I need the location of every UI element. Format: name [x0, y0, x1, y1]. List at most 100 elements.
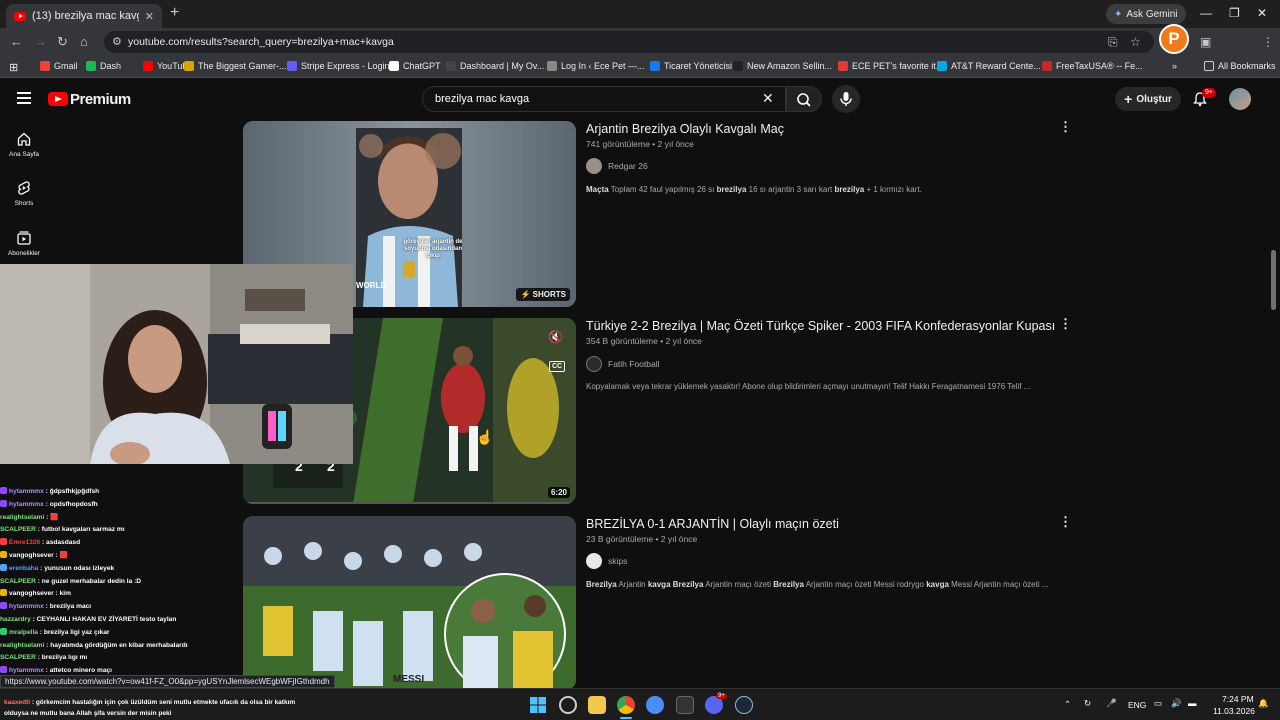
tray-mic-icon[interactable]: 🎤 — [1106, 698, 1117, 709]
network-icon[interactable]: ▭ — [1154, 698, 1162, 709]
language-indicator[interactable]: ENG — [1128, 700, 1146, 710]
chat-username: mralpella — [9, 628, 38, 636]
bookmark-item[interactable]: Ticaret Yöneticisi — [650, 61, 732, 71]
bookmark-item[interactable]: Dash — [86, 61, 121, 71]
tray-app-icon[interactable]: ↻ — [1084, 698, 1091, 709]
channel-name[interactable]: skips — [608, 556, 627, 566]
result-2-more-icon[interactable]: ⋮ — [1059, 316, 1072, 332]
minimize-icon[interactable]: — — [1200, 6, 1212, 20]
forward-icon[interactable]: → — [34, 34, 47, 49]
volume-icon[interactable]: 🔊 — [1171, 698, 1182, 709]
reload-icon[interactable]: ↻ — [57, 34, 68, 50]
search-input[interactable]: brezilya mac kavga — [422, 86, 786, 112]
notification-center-icon[interactable]: 🔔 — [1258, 698, 1269, 709]
folder-icon — [1204, 61, 1214, 71]
result-1-more-icon[interactable]: ⋮ — [1059, 119, 1072, 135]
chrome-icon[interactable] — [617, 696, 635, 714]
user-avatar[interactable] — [1229, 88, 1251, 110]
bookmark-item[interactable]: ECE PET's favorite it... — [838, 61, 943, 71]
windows-start-icon[interactable] — [529, 696, 547, 714]
bookmark-item[interactable]: Stripe Express - Login — [287, 61, 390, 71]
app-icon[interactable] — [676, 696, 694, 714]
voice-search-button[interactable] — [832, 85, 860, 113]
home-browser-icon[interactable]: ⌂ — [80, 34, 88, 49]
chat-message: : asdasdasd — [40, 539, 81, 547]
bookmark-item[interactable]: Dashboard | My Ov... — [446, 61, 544, 71]
bookmark-item[interactable]: Gmail — [40, 61, 78, 71]
bookmark-label: Stripe Express - Login — [301, 61, 390, 71]
tab-close-icon[interactable]: ✕ — [145, 10, 154, 23]
chat-username: realightselami — [0, 513, 45, 521]
chat-badge-icon — [0, 627, 7, 635]
channel-avatar[interactable] — [586, 553, 602, 569]
battery-icon[interactable]: ▬ — [1188, 698, 1197, 708]
guide-subscriptions[interactable]: Abonelikler — [0, 230, 48, 257]
result-1-title[interactable]: Arjantin Brezilya Olaylı Kavgalı Maç — [586, 122, 784, 136]
restore-icon[interactable]: ❐ — [1229, 6, 1240, 20]
youtube-logo-icon[interactable] — [48, 92, 68, 106]
guide-home[interactable]: Ana Sayfa — [0, 131, 48, 158]
side-panel-icon[interactable]: ▣ — [1200, 35, 1211, 49]
bookmark-item[interactable]: FreeTaxUSA® -- Fe... — [1042, 61, 1143, 71]
chat-message: görkemcim hastalığın için çok üzüldüm se… — [35, 699, 296, 706]
clock-time[interactable]: 7:24 PM — [1222, 694, 1254, 704]
apps-grid-icon[interactable]: ⊞ — [9, 61, 18, 74]
result-1-channel[interactable]: Redgar 26 — [586, 158, 648, 174]
bookmark-favicon-icon — [287, 61, 297, 71]
create-button[interactable]: + Oluştur — [1115, 87, 1181, 111]
bookmark-item[interactable]: Log In ‹ Ece Pet —... — [547, 61, 645, 71]
install-app-icon[interactable]: ⎘ — [1108, 35, 1118, 50]
search-button[interactable] — [786, 86, 822, 112]
channel-avatar[interactable] — [586, 356, 602, 372]
new-tab-button[interactable]: + — [170, 4, 179, 22]
back-icon[interactable]: ← — [10, 34, 23, 49]
clock-date[interactable]: 11.03.2026 — [1213, 706, 1255, 716]
channel-avatar[interactable] — [586, 158, 602, 174]
bookmark-favicon-icon — [40, 61, 50, 71]
clear-search-icon[interactable]: ✕ — [762, 90, 774, 107]
result-3-title[interactable]: BREZİLYA 0-1 ARJANTİN | Olaylı maçın öze… — [586, 517, 839, 531]
result-3-more-icon[interactable]: ⋮ — [1059, 514, 1072, 530]
chat-message-row: hytammmx : opdsfhopdosfh — [0, 499, 330, 512]
steam-icon[interactable] — [735, 696, 753, 714]
closed-captions-button[interactable]: CC — [549, 361, 566, 372]
channel-name[interactable]: Fatih Football — [608, 359, 660, 369]
browser-tab-youtube[interactable]: (13) brezilya mac kavga - YouTube ✕ — [6, 4, 162, 28]
file-explorer-icon[interactable] — [588, 696, 606, 714]
ask-gemini-button[interactable]: ✦ Ask Gemini — [1106, 4, 1186, 24]
close-window-icon[interactable]: ✕ — [1257, 6, 1267, 20]
address-url: youtube.com/results?search_query=brezily… — [128, 36, 394, 48]
premium-wordmark[interactable]: Premium — [70, 91, 131, 108]
browser-menu-icon[interactable]: ⋮ — [1262, 35, 1274, 49]
bookmark-item[interactable]: AT&T Reward Cente... — [937, 61, 1041, 71]
result-1-meta: 741 görüntüleme • 2 yıl önce — [586, 139, 694, 149]
guide-menu-icon[interactable] — [17, 92, 31, 104]
page-scrollbar[interactable] — [1271, 250, 1276, 310]
result-2-title[interactable]: Türkiye 2-2 Brezilya | Maç Özeti Türkçe … — [586, 319, 1055, 333]
bookmark-item[interactable]: New Amazon Sellin... — [733, 61, 832, 71]
bookmark-star-icon[interactable]: ☆ — [1130, 35, 1141, 49]
channel-name[interactable]: Redgar 26 — [608, 161, 648, 171]
obs-icon[interactable] — [559, 696, 577, 714]
bookmarks-overflow-icon[interactable]: » — [1172, 61, 1177, 71]
site-info-icon[interactable]: ⚙ — [112, 35, 122, 48]
chat-message-row: erenbaha : yunusun odası izleyek — [0, 563, 330, 576]
google-icon[interactable] — [646, 696, 664, 714]
description-fragment: Brezilya — [586, 580, 617, 589]
tray-overflow-icon[interactable]: ⌃ — [1064, 699, 1071, 710]
address-bar[interactable]: ⚙ youtube.com/results?search_query=brezi… — [104, 31, 1154, 53]
webcam-image — [0, 264, 353, 464]
bookmark-favicon-icon — [547, 61, 557, 71]
bookmark-label: New Amazon Sellin... — [747, 61, 833, 71]
description-fragment: Arjantin maçı özeti Messi rodrygo — [803, 580, 927, 589]
result-3-channel[interactable]: skips — [586, 553, 627, 569]
mute-icon[interactable]: 🔇 — [548, 330, 563, 344]
p-extension-avatar[interactable]: P — [1159, 24, 1189, 54]
chat-username: Emre1326 — [9, 539, 41, 547]
all-bookmarks[interactable]: All Bookmarks — [1204, 61, 1276, 71]
bookmark-item[interactable]: The Biggest Gamer-... — [184, 61, 287, 71]
bookmark-item[interactable]: ChatGPT — [389, 61, 441, 71]
guide-shorts[interactable]: Shorts — [0, 180, 48, 207]
bookmark-label: The Biggest Gamer-... — [198, 61, 287, 71]
result-2-channel[interactable]: Fatih Football — [586, 356, 660, 372]
